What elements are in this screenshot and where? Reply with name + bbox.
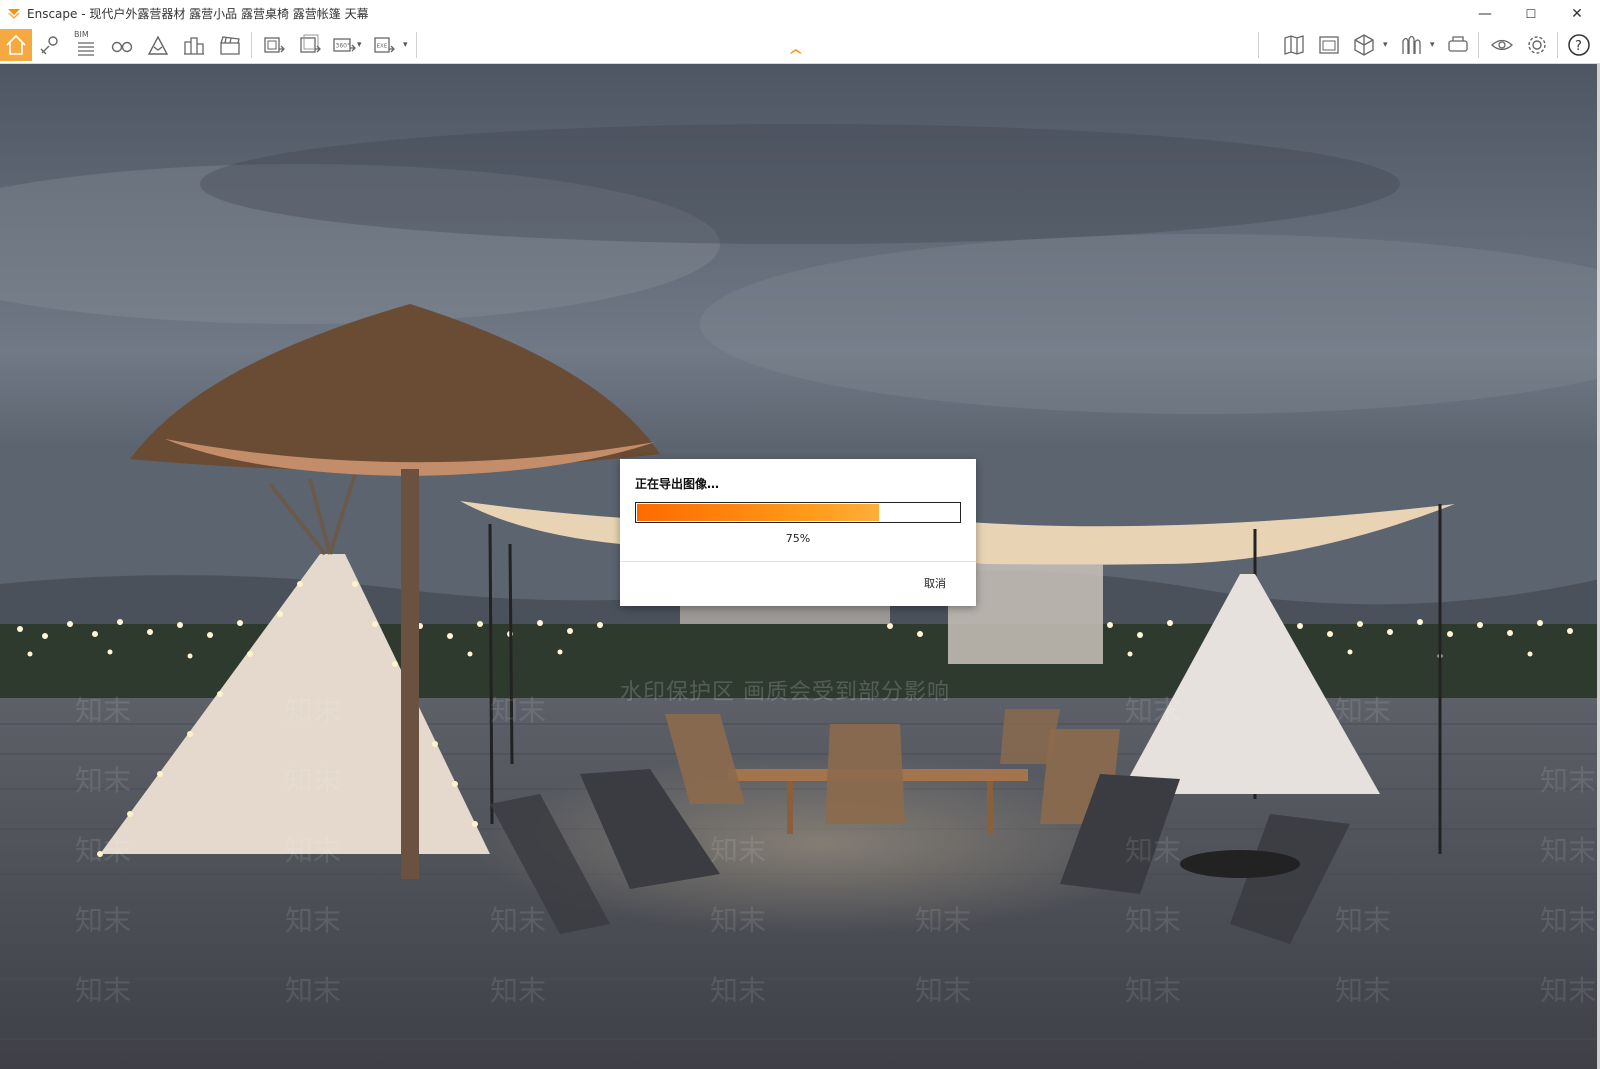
umbrella-pole bbox=[401, 469, 419, 879]
watermark-tile: 知末 bbox=[1125, 834, 1182, 867]
fire-pit bbox=[1180, 850, 1300, 878]
progress-bar-fill bbox=[637, 504, 879, 521]
vr-headset-icon bbox=[1448, 36, 1468, 52]
map-icon bbox=[1284, 35, 1304, 55]
help-button[interactable]: ? bbox=[1563, 29, 1595, 61]
mountain-icon bbox=[147, 35, 169, 55]
help-icon: ? bbox=[1568, 34, 1590, 56]
progress-bar bbox=[635, 502, 961, 523]
map-button[interactable] bbox=[1278, 29, 1310, 61]
toolbar-separator bbox=[416, 32, 417, 58]
vegetation-icon bbox=[1402, 35, 1421, 54]
watermark-tile: 知末 bbox=[285, 974, 342, 1007]
watermark-tile: 知末 bbox=[75, 764, 132, 797]
maximize-button[interactable]: ☐ bbox=[1508, 0, 1554, 27]
watermark-tile: 知末 bbox=[1335, 904, 1392, 937]
chevron-down-icon[interactable]: ▾ bbox=[1383, 40, 1388, 50]
exe-export-icon: EXE bbox=[374, 37, 395, 53]
watermark-tile: 知末 bbox=[1540, 764, 1597, 797]
window-controls: — ☐ ✕ bbox=[1462, 0, 1600, 27]
eye-icon bbox=[1491, 39, 1513, 51]
chevron-down-icon[interactable]: ▾ bbox=[1430, 40, 1435, 50]
toolbar-separator bbox=[251, 32, 252, 58]
watermark-tile: 知末 bbox=[285, 694, 342, 727]
asset-library-icon bbox=[1319, 36, 1339, 54]
watermark-tile: 知末 bbox=[285, 904, 342, 937]
watermark-tile: 知末 bbox=[75, 904, 132, 937]
watermark-tile: 知末 bbox=[1125, 974, 1182, 1007]
bim-label: BIM bbox=[74, 30, 89, 39]
video-editor-button[interactable] bbox=[214, 29, 246, 61]
progress-percent-label: 75% bbox=[785, 532, 811, 545]
collapse-toolbar-icon[interactable]: ^ bbox=[788, 48, 804, 64]
watermark-tile: 知末 bbox=[490, 694, 547, 727]
enscape-logo-icon bbox=[8, 8, 20, 19]
material-button[interactable] bbox=[1348, 29, 1380, 61]
watermark-tile: 知末 bbox=[1335, 694, 1392, 727]
watermark-tile: 知末 bbox=[1125, 694, 1182, 727]
watermark-tile: 知末 bbox=[1540, 834, 1597, 867]
watermark-tile: 知末 bbox=[710, 974, 767, 1007]
vr-button[interactable] bbox=[1442, 29, 1474, 61]
toolbar-separator bbox=[1557, 32, 1558, 58]
window-title: Enscape - 现代户外露营器材 露营小品 露营桌椅 露营帐篷 天幕 bbox=[27, 7, 369, 21]
screenshot-button[interactable] bbox=[258, 29, 290, 61]
bim-button[interactable]: BIM bbox=[70, 29, 102, 61]
watermark-tile: 知末 bbox=[710, 904, 767, 937]
pin-icon bbox=[40, 36, 58, 55]
watermark-tile: 知末 bbox=[490, 974, 547, 1007]
watermark-tile: 知末 bbox=[1335, 974, 1392, 1007]
panorama-label: 360° bbox=[336, 43, 350, 50]
watermark-tile: 知末 bbox=[1125, 904, 1182, 937]
home-icon bbox=[6, 34, 26, 55]
toolbar-separator bbox=[1258, 32, 1259, 58]
watermark-tile: 知末 bbox=[490, 904, 547, 937]
watermark-notice: 水印保护区 画质会受到部分影响 bbox=[620, 680, 950, 705]
watermark-tile: 知末 bbox=[710, 834, 767, 867]
atmosphere-button[interactable] bbox=[142, 29, 174, 61]
settings-button[interactable] bbox=[1521, 29, 1553, 61]
export-progress-dialog: 正在导出图像… 75% 取消 bbox=[620, 459, 976, 606]
views-button[interactable] bbox=[34, 29, 66, 61]
watermark-tile: 知末 bbox=[915, 904, 972, 937]
watermark-tile: 知末 bbox=[75, 974, 132, 1007]
toolbar-separator bbox=[1478, 32, 1479, 58]
dialog-title: 正在导出图像… bbox=[635, 477, 720, 491]
cube-icon bbox=[1354, 34, 1374, 56]
clapper-icon bbox=[220, 36, 240, 55]
title-bar: Enscape - 现代户外露营器材 露营小品 露营桌椅 露营帐篷 天幕 — ☐… bbox=[0, 0, 1600, 27]
watermark-tile: 知末 bbox=[915, 974, 972, 1007]
batch-render-button[interactable] bbox=[294, 29, 326, 61]
home-button[interactable] bbox=[0, 29, 32, 61]
close-button[interactable]: ✕ bbox=[1554, 0, 1600, 27]
minimize-button[interactable]: — bbox=[1462, 0, 1508, 27]
screenshot-icon bbox=[264, 37, 285, 53]
chevron-down-icon[interactable]: ▾ bbox=[403, 40, 408, 50]
panorama-360-icon: 360° bbox=[333, 38, 356, 52]
asset-library-button[interactable] bbox=[1313, 29, 1345, 61]
watermark-tile: 知末 bbox=[75, 694, 132, 727]
dialog-divider bbox=[620, 561, 976, 562]
watermark-tile: 知末 bbox=[75, 834, 132, 867]
watermark-tile: 知末 bbox=[1540, 974, 1597, 1007]
exe-label: EXE bbox=[377, 44, 388, 50]
exe-export-button[interactable]: EXE bbox=[368, 29, 400, 61]
watermark-tile: 知末 bbox=[285, 764, 342, 797]
watermark-tile: 知末 bbox=[285, 834, 342, 867]
buildings-button[interactable] bbox=[178, 29, 210, 61]
vegetation-button[interactable] bbox=[1395, 29, 1427, 61]
settings-icon bbox=[1528, 36, 1546, 54]
binoculars-icon bbox=[111, 41, 133, 53]
buildings-icon bbox=[184, 37, 204, 55]
svg-text:?: ? bbox=[1575, 39, 1582, 54]
walk-mode-button[interactable] bbox=[106, 29, 138, 61]
watermark-tile: 知末 bbox=[1540, 904, 1597, 937]
visual-settings-button[interactable] bbox=[1486, 29, 1518, 61]
panorama-button[interactable]: 360° bbox=[328, 29, 360, 61]
cancel-button[interactable]: 取消 bbox=[924, 575, 946, 591]
chevron-down-icon[interactable]: ▾ bbox=[357, 40, 362, 50]
batch-render-icon bbox=[300, 34, 321, 53]
